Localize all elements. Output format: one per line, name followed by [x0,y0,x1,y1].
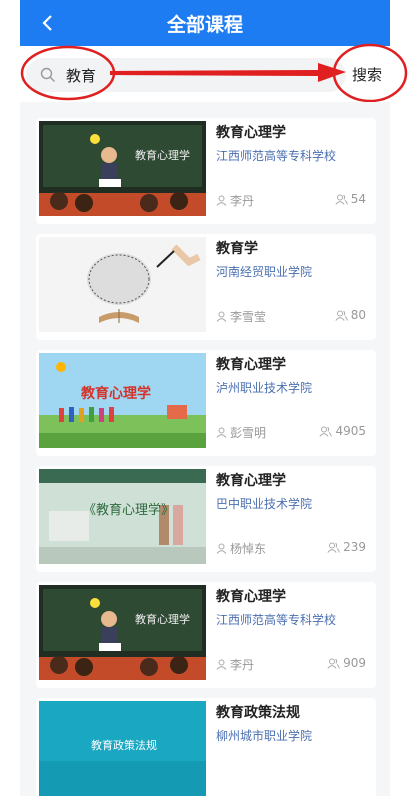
student-count: 239 [343,540,366,554]
course-teacher: 李丹 [216,192,254,209]
course-thumbnail [39,237,206,332]
person-icon [216,659,227,670]
person-icon [216,543,227,554]
course-students: 909 [327,656,366,670]
course-title: 教育心理学 [216,473,286,489]
course-school: 河南经贸职业学院 [216,265,313,279]
thumbnail-caption: 教育心理学 [135,613,190,626]
teacher-name: 李雪莹 [230,310,267,324]
search-button[interactable]: 搜索 [352,64,382,85]
course-school: 江西师范高等专科学校 [216,149,337,163]
course-thumbnail: 教育政策法规 [39,701,206,796]
users-icon [327,658,340,669]
course-school: 巴中职业技术学院 [216,497,313,511]
app-header: 全部课程 [20,0,390,46]
teacher-name: 彭雪明 [230,426,267,440]
course-school: 江西师范高等专科学校 [216,613,337,627]
student-count: 4905 [335,424,366,438]
course-thumbnail: 教育心理学 [39,121,206,216]
course-school: 柳州城市职业学院 [216,729,313,743]
search-input[interactable]: 教育 [26,58,346,92]
person-icon [216,427,227,438]
teacher-name: 李丹 [230,194,255,208]
course-students: 239 [327,540,366,554]
person-icon [216,195,227,206]
course-card[interactable]: 《教育心理学》 教育心理学 巴中职业技术学院 杨悼东 239 [36,466,376,572]
thumbnail-caption: 《教育心理学》 [83,503,175,518]
course-thumbnail: 教育心理学 [39,585,206,680]
course-teacher: 杨悼东 [216,540,266,557]
thumbnail-caption: 教育心理学 [81,386,151,402]
course-card[interactable]: 教育心理学 教育心理学 泸州职业技术学院 彭雪明 4905 [36,350,376,456]
student-count: 80 [350,308,366,322]
thumbnail-caption: 教育政策法规 [91,739,157,752]
course-card[interactable]: 教育心理学 教育心理学 江西师范高等专科学校 李丹 909 [36,582,376,688]
course-title: 教育政策法规 [216,705,300,721]
users-icon [319,426,333,437]
search-bar: 教育 搜索 [20,46,390,100]
course-school: 泸州职业技术学院 [216,381,313,395]
student-count: 909 [343,656,366,670]
course-title: 教育心理学 [216,589,286,605]
course-title: 教育学 [216,241,258,257]
course-list: 教育心理学 教育心理学 江西师范高等专科学校 李丹 54 教育学 河南经贸职业学… [20,102,390,796]
course-teacher: 李丹 [216,656,254,673]
course-teacher: 彭雪明 [216,424,266,441]
course-students: 4905 [319,424,366,438]
course-thumbnail: 教育心理学 [39,353,206,448]
search-query: 教育 [66,67,97,85]
course-students: 80 [335,308,366,322]
users-icon [335,194,348,205]
teacher-name: 杨悼东 [230,542,267,556]
course-card[interactable]: 教育心理学 教育心理学 江西师范高等专科学校 李丹 54 [36,118,376,224]
search-icon [40,67,56,87]
course-thumbnail: 《教育心理学》 [39,469,206,564]
course-card[interactable]: 教育学 河南经贸职业学院 李雪莹 80 [36,234,376,340]
users-icon [335,310,348,321]
course-title: 教育心理学 [216,357,286,373]
course-students: 54 [335,192,366,206]
users-icon [327,542,340,553]
course-card[interactable]: 教育政策法规 教育政策法规 柳州城市职业学院 [36,698,376,796]
person-icon [216,311,227,322]
course-title: 教育心理学 [216,125,286,141]
student-count: 54 [350,192,366,206]
page-title: 全部课程 [166,14,243,36]
course-teacher: 李雪莹 [216,308,266,325]
teacher-name: 李丹 [230,658,255,672]
thumbnail-caption: 教育心理学 [135,149,190,162]
